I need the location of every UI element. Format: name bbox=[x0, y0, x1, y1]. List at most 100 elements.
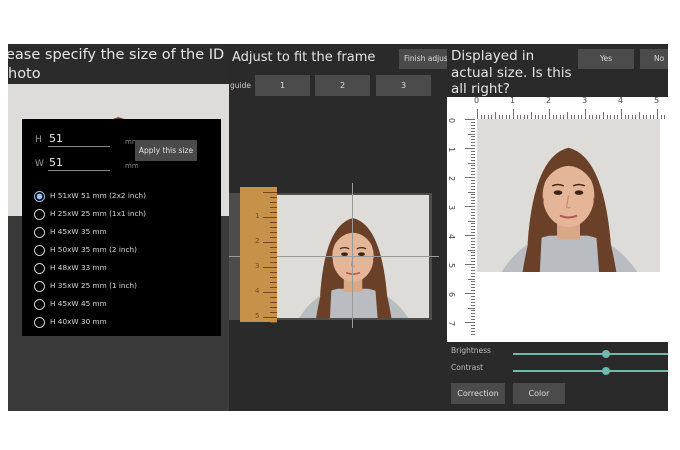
radio-button[interactable] bbox=[34, 227, 45, 238]
size-option-label: H 51xW 51 mm (2x2 inch) bbox=[50, 191, 146, 200]
radio-button[interactable] bbox=[34, 245, 45, 256]
size-option[interactable]: H 48xW 33 mm bbox=[34, 262, 214, 275]
finish-adjust-button[interactable]: Finish adjust bbox=[399, 49, 447, 69]
ruler-tick bbox=[465, 322, 475, 323]
ruler-tick bbox=[471, 211, 475, 213]
guide-button-2[interactable]: 2 bbox=[315, 75, 370, 96]
size-option[interactable]: H 45xW 45 mm bbox=[34, 298, 214, 311]
ruler-tick bbox=[471, 287, 475, 289]
ruler-tick bbox=[270, 197, 277, 198]
guide-label: guide bbox=[230, 81, 251, 90]
ruler-tick bbox=[270, 277, 277, 278]
size-dialog: H 51 mm W 51 mm Apply this size H 51xW 5… bbox=[22, 119, 221, 336]
ruler-tick bbox=[270, 237, 277, 238]
ruler-tick bbox=[660, 115, 662, 119]
ruler-tick bbox=[270, 302, 277, 303]
ruler-tick bbox=[471, 272, 475, 274]
ruler-tick bbox=[471, 188, 475, 190]
ruler-tick bbox=[468, 191, 475, 193]
ruler-tick bbox=[471, 223, 475, 225]
yes-button[interactable]: Yes bbox=[578, 49, 634, 69]
size-option[interactable]: H 35xW 25 mm (1 inch) bbox=[34, 280, 214, 293]
contrast-slider[interactable] bbox=[513, 367, 668, 375]
actual-size-question: Displayed in actual size. Is this all ri… bbox=[451, 48, 572, 97]
actual-size-photo bbox=[477, 119, 660, 272]
ruler-tick bbox=[270, 272, 277, 273]
ruler-tick bbox=[471, 142, 475, 144]
guide-button-3[interactable]: 3 bbox=[376, 75, 431, 96]
contrast-knob[interactable] bbox=[602, 367, 610, 375]
radio-button[interactable] bbox=[34, 209, 45, 220]
ruler-tick bbox=[471, 226, 475, 228]
ruler-tick bbox=[471, 194, 475, 196]
ruler-tick bbox=[471, 304, 475, 306]
adjust-title: Adjust to fit the frame bbox=[232, 50, 376, 65]
ruler-tick bbox=[471, 150, 475, 152]
ruler-number: 4 bbox=[255, 287, 260, 295]
ruler-tick bbox=[270, 227, 277, 228]
ruler-tick bbox=[471, 255, 475, 257]
ruler-tick bbox=[471, 159, 475, 161]
ruler-tick bbox=[471, 185, 475, 187]
ruler-tick bbox=[471, 246, 475, 248]
ruler-number: 2 bbox=[447, 175, 457, 182]
radio-button[interactable] bbox=[34, 191, 45, 202]
ruler-tick bbox=[471, 301, 475, 303]
ruler-tick bbox=[471, 298, 475, 300]
ruler-tick bbox=[657, 109, 658, 119]
ruler-tick bbox=[465, 119, 475, 120]
ruler-tick bbox=[270, 262, 277, 263]
ruler-tick bbox=[471, 168, 475, 170]
ruler-tick bbox=[270, 202, 277, 203]
ruler-tick bbox=[471, 313, 475, 315]
size-option[interactable]: H 25xW 25 mm (1x1 inch) bbox=[34, 208, 214, 221]
no-button[interactable]: No bbox=[640, 49, 668, 69]
ruler-tick bbox=[585, 109, 586, 119]
width-input[interactable]: 51 bbox=[48, 156, 110, 171]
ruler-tick bbox=[471, 153, 475, 155]
ruler-tick bbox=[468, 249, 475, 251]
ruler-tick bbox=[263, 292, 277, 293]
ruler-tick bbox=[471, 182, 475, 184]
width-label: W bbox=[35, 159, 44, 169]
guide-button-1[interactable]: 1 bbox=[255, 75, 310, 96]
title-line-1: ease specify the size of the ID bbox=[8, 47, 225, 63]
ruler-tick bbox=[270, 232, 277, 233]
page-title: ease specify the size of the ID hoto bbox=[8, 46, 229, 84]
brightness-knob[interactable] bbox=[602, 350, 610, 358]
ruler-tick bbox=[263, 267, 277, 268]
ruler-tick bbox=[471, 229, 475, 231]
size-option[interactable]: H 51xW 51 mm (2x2 inch) bbox=[34, 190, 214, 203]
size-option[interactable]: H 45xW 35 mm bbox=[34, 226, 214, 239]
ruler-tick bbox=[471, 330, 475, 332]
ruler-number: 1 bbox=[510, 96, 516, 105]
size-option-label: H 50xW 35 mm (2 inch) bbox=[50, 245, 138, 254]
radio-button[interactable] bbox=[34, 299, 45, 310]
ruler-tick bbox=[270, 322, 277, 323]
ruler-number: 3 bbox=[255, 262, 260, 270]
ruler-number: 2 bbox=[255, 237, 260, 245]
size-option[interactable]: H 40xW 30 mm bbox=[34, 316, 214, 329]
brightness-slider[interactable] bbox=[513, 350, 668, 358]
ruler-tick bbox=[471, 319, 475, 321]
size-selection-panel: ease specify the size of the ID hoto H 5… bbox=[8, 44, 229, 411]
radio-button[interactable] bbox=[34, 263, 45, 274]
ruler-tick bbox=[471, 275, 475, 277]
ruler-tick bbox=[471, 269, 475, 271]
radio-button[interactable] bbox=[34, 281, 45, 292]
ruler-tick bbox=[468, 278, 475, 280]
ruler-tick bbox=[471, 258, 475, 260]
size-option-label: H 48xW 33 mm bbox=[50, 263, 107, 272]
size-option[interactable]: H 50xW 35 mm (2 inch) bbox=[34, 244, 214, 257]
width-unit: mm bbox=[125, 162, 139, 170]
ruler-tick bbox=[471, 136, 475, 138]
color-button[interactable]: Color bbox=[513, 383, 565, 404]
ruler-tick bbox=[471, 327, 475, 329]
height-input[interactable]: 51 bbox=[48, 132, 110, 147]
ruler-number: 4 bbox=[618, 96, 624, 105]
correction-button[interactable]: Correction bbox=[451, 383, 505, 404]
ruler-number: 4 bbox=[447, 233, 457, 240]
apply-size-button[interactable]: Apply this size bbox=[135, 140, 197, 161]
ruler-tick bbox=[465, 293, 475, 294]
radio-button[interactable] bbox=[34, 317, 45, 328]
